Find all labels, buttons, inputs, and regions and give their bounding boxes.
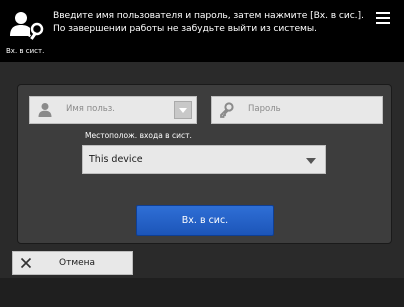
close-icon — [20, 257, 32, 269]
instruction-line-1: Введите имя пользователя и пароль, затем… — [53, 10, 364, 21]
username-placeholder: Имя польз. — [66, 104, 116, 114]
password-field[interactable]: Пароль — [211, 96, 383, 124]
user-icon — [38, 103, 52, 117]
username-field[interactable]: Имя польз. — [29, 96, 197, 124]
bottom-bar — [0, 278, 404, 307]
cancel-button-label: Отмена — [59, 258, 96, 268]
login-button[interactable]: Вх. в сис. — [136, 205, 274, 236]
key-icon — [220, 102, 234, 118]
user-key-icon — [10, 12, 44, 40]
password-placeholder: Пароль — [248, 104, 281, 114]
login-location-label: Местополож. входа в сист. — [85, 131, 192, 140]
instruction-message: Введите имя пользователя и пароль, затем… — [53, 9, 371, 35]
login-button-label: Вх. в сис. — [181, 215, 229, 226]
cancel-button[interactable]: Отмена — [12, 251, 133, 275]
login-status: Вх. в сист. — [6, 47, 45, 55]
username-list-button[interactable] — [174, 101, 192, 119]
instruction-line-2: По завершении работы не забудьте выйти и… — [53, 23, 317, 34]
login-location-select[interactable]: This device — [82, 145, 326, 174]
menu-icon[interactable] — [376, 12, 390, 24]
chevron-down-icon — [306, 158, 316, 164]
message-header: Введите имя пользователя и пароль, затем… — [0, 0, 404, 62]
login-panel: Имя польз. Пароль Местополож. входа в си… — [17, 84, 392, 244]
login-location-value: This device — [89, 154, 143, 165]
